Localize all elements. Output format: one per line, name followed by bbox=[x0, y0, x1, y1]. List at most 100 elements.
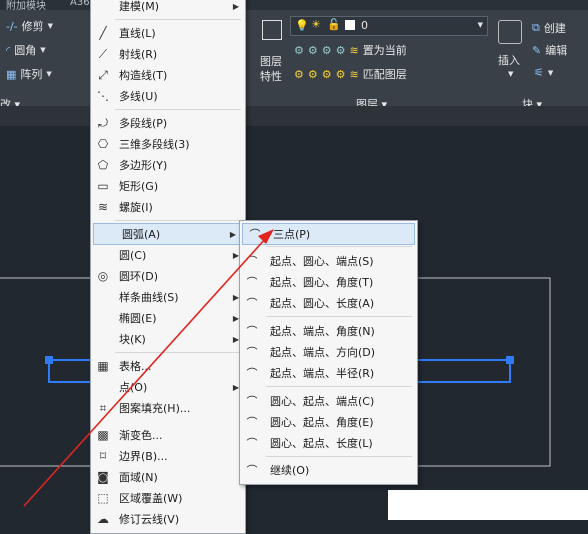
menu-separator bbox=[115, 109, 241, 110]
menu-separator bbox=[266, 246, 412, 247]
arc-csl-icon: ⌒ bbox=[246, 437, 258, 450]
arc-item-start-end-radius[interactable]: ⌒ 起点、端点、半径(R) bbox=[240, 363, 417, 383]
menu-item-region[interactable]: ◙ 面域(N) bbox=[91, 467, 245, 487]
arc-sea-icon: ⌒ bbox=[246, 325, 258, 338]
menu-item-mline[interactable]: ⋱ 多线(U) bbox=[91, 86, 245, 106]
menu-item-donut[interactable]: ◎ 圆环(D) bbox=[91, 266, 245, 286]
arc-menu-icon bbox=[98, 226, 114, 242]
menu-item-label: 三点(P) bbox=[273, 228, 311, 241]
spline-menu-icon bbox=[95, 289, 111, 305]
table-icon: ▦ bbox=[97, 359, 109, 373]
menu-separator bbox=[266, 316, 412, 317]
arc-sed-icon: ⌒ bbox=[246, 346, 258, 359]
menu-separator bbox=[266, 456, 412, 457]
menu-item-ellipse[interactable]: 椭圆(E) ▶ bbox=[91, 308, 245, 328]
menu-item-arc[interactable]: 圆弧(A) ▶ bbox=[93, 223, 243, 245]
menu-separator bbox=[115, 352, 241, 353]
menu-item-wipeout[interactable]: ⬚ 区域覆盖(W) bbox=[91, 488, 245, 508]
menu-item-xline[interactable]: ⤢ 构造线(T) bbox=[91, 65, 245, 85]
menu-item-label: 继续(O) bbox=[270, 464, 310, 477]
menu-item-label: 表格... bbox=[119, 360, 152, 373]
arc-item-center-start-angle[interactable]: ⌒ 圆心、起点、角度(E) bbox=[240, 412, 417, 432]
arc-sce-icon: ⌒ bbox=[246, 255, 258, 268]
gradient-icon: ▩ bbox=[97, 428, 109, 442]
submenu-arrow-icon: ▶ bbox=[229, 229, 236, 239]
menu-item-label: 直线(L) bbox=[119, 27, 156, 40]
arc-item-start-center-angle[interactable]: ⌒ 起点、圆心、角度(T) bbox=[240, 272, 417, 292]
menu-item-hatch[interactable]: ⌗ 图案填充(H)... bbox=[91, 398, 245, 418]
menu-item-block[interactable]: 块(K) ▶ bbox=[91, 329, 245, 349]
ray-icon: ⟋ bbox=[98, 46, 108, 61]
draw-menu: 建模(M) ▶ ╱ 直线(L) ⟋ 射线(R) ⤢ 构造线(T) ⋱ 多线(U)… bbox=[90, 0, 246, 534]
arc-csa-icon: ⌒ bbox=[246, 416, 258, 429]
menu-item-circle[interactable]: 圆(C) ▶ bbox=[91, 245, 245, 265]
menu-item-label: 修订云线(V) bbox=[119, 513, 180, 526]
menu-item-label: 圆心、起点、端点(C) bbox=[270, 395, 375, 408]
menu-item-label: 边界(B)... bbox=[119, 450, 168, 463]
menu-item-label: 块(K) bbox=[119, 333, 146, 346]
polygon-icon: ⬠ bbox=[97, 158, 109, 172]
menu-item-table[interactable]: ▦ 表格... bbox=[91, 356, 245, 376]
arc-item-center-start-length[interactable]: ⌒ 圆心、起点、长度(L) bbox=[240, 433, 417, 453]
menu-item-label: 渐变色... bbox=[119, 429, 163, 442]
modeling-icon bbox=[95, 0, 111, 14]
arc-scl-icon: ⌒ bbox=[246, 297, 258, 310]
xline-icon: ⤢ bbox=[98, 67, 108, 82]
circle-menu-icon bbox=[95, 247, 111, 263]
3dpoly-icon: ⎔ bbox=[97, 137, 109, 151]
grip-left bbox=[45, 356, 53, 364]
region-icon: ◙ bbox=[97, 470, 109, 484]
ellipse-menu-icon bbox=[95, 310, 111, 326]
arc-sca-icon: ⌒ bbox=[246, 276, 258, 289]
menu-item-modeling[interactable]: 建模(M) ▶ bbox=[91, 0, 245, 16]
arc-continue-icon: ⌒ bbox=[246, 464, 258, 477]
menu-item-helix[interactable]: ≋ 螺旋(I) bbox=[91, 197, 245, 217]
arc-item-start-end-direction[interactable]: ⌒ 起点、端点、方向(D) bbox=[240, 342, 417, 362]
menu-item-polyline[interactable]: ⤾ 多段线(P) bbox=[91, 113, 245, 133]
arc-item-start-center-end[interactable]: ⌒ 起点、圆心、端点(S) bbox=[240, 251, 417, 271]
menu-item-revcloud[interactable]: ☁ 修订云线(V) bbox=[91, 509, 245, 529]
menu-item-label: 图案填充(H)... bbox=[119, 402, 191, 415]
white-overlay-block bbox=[388, 490, 588, 520]
menu-item-label: 圆弧(A) bbox=[122, 228, 161, 241]
arc-item-continue[interactable]: ⌒ 继续(O) bbox=[240, 460, 417, 480]
menu-item-label: 多段线(P) bbox=[119, 117, 168, 130]
menu-item-label: 起点、圆心、长度(A) bbox=[270, 297, 375, 310]
menu-item-rectangle[interactable]: ▭ 矩形(G) bbox=[91, 176, 245, 196]
arc-item-3point[interactable]: ⌒ 三点(P) bbox=[242, 223, 415, 245]
menu-item-3dpoly[interactable]: ⎔ 三维多段线(3) bbox=[91, 134, 245, 154]
arc-item-start-end-angle[interactable]: ⌒ 起点、端点、角度(N) bbox=[240, 321, 417, 341]
menu-item-label: 椭圆(E) bbox=[119, 312, 157, 325]
arc-submenu: ⌒ 三点(P) ⌒ 起点、圆心、端点(S) ⌒ 起点、圆心、角度(T) ⌒ 起点… bbox=[239, 220, 418, 485]
menu-item-label: 建模(M) bbox=[119, 0, 160, 13]
menu-item-gradient[interactable]: ▩ 渐变色... bbox=[91, 425, 245, 445]
mline-icon: ⋱ bbox=[97, 89, 109, 103]
menu-item-polygon[interactable]: ⬠ 多边形(Y) bbox=[91, 155, 245, 175]
arc-item-center-start-end[interactable]: ⌒ 圆心、起点、端点(C) bbox=[240, 391, 417, 411]
menu-item-label: 螺旋(I) bbox=[119, 201, 153, 214]
revcloud-icon: ☁ bbox=[97, 512, 109, 526]
menu-item-label: 圆心、起点、长度(L) bbox=[270, 437, 373, 450]
menu-item-label: 矩形(G) bbox=[119, 180, 159, 193]
menu-item-label: 面域(N) bbox=[119, 471, 158, 484]
menu-item-ray[interactable]: ⟋ 射线(R) bbox=[91, 44, 245, 64]
grip-right bbox=[506, 356, 514, 364]
menu-item-label: 样条曲线(S) bbox=[119, 291, 179, 304]
rectangle-icon: ▭ bbox=[97, 179, 109, 193]
hatch-icon: ⌗ bbox=[99, 400, 107, 415]
arc-cse-icon: ⌒ bbox=[246, 395, 258, 408]
menu-item-label: 构造线(T) bbox=[119, 69, 168, 82]
menu-item-label: 起点、圆心、角度(T) bbox=[270, 276, 374, 289]
menu-item-label: 起点、端点、角度(N) bbox=[270, 325, 375, 338]
menu-item-boundary[interactable]: ⌑ 边界(B)... bbox=[91, 446, 245, 466]
menu-item-point[interactable]: 点(O) ▶ bbox=[91, 377, 245, 397]
arc-item-start-center-length[interactable]: ⌒ 起点、圆心、长度(A) bbox=[240, 293, 417, 313]
wipeout-icon: ⬚ bbox=[97, 491, 109, 505]
menu-item-label: 圆心、起点、角度(E) bbox=[270, 416, 374, 429]
menu-item-line[interactable]: ╱ 直线(L) bbox=[91, 23, 245, 43]
menu-item-label: 多线(U) bbox=[119, 90, 158, 103]
menu-item-label: 圆环(D) bbox=[119, 270, 159, 283]
boundary-icon: ⌑ bbox=[99, 449, 107, 463]
menu-item-label: 多边形(Y) bbox=[119, 159, 168, 172]
menu-item-spline[interactable]: 样条曲线(S) ▶ bbox=[91, 287, 245, 307]
